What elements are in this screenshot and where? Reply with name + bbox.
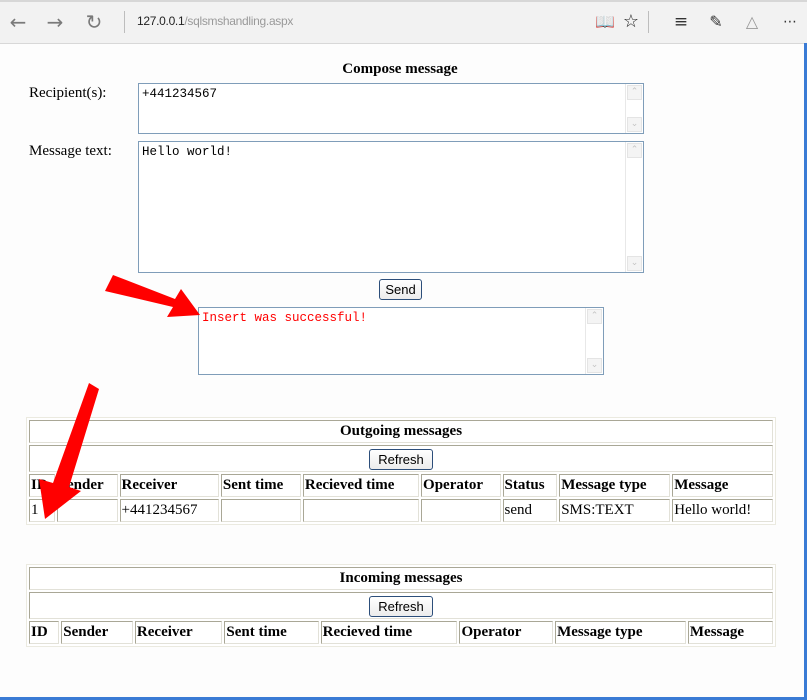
tab-strip-edge [0, 0, 807, 2]
outgoing-header-row: ID Sender Receiver Sent time Recieved time Op… [29, 474, 773, 497]
scroll-up-icon[interactable]: ⌃ [587, 309, 602, 324]
recipients-value: +441234567 [142, 87, 218, 101]
toolbar-separator [124, 11, 125, 33]
table-cell: send [502, 499, 558, 522]
scroll-up-icon[interactable]: ⌃ [627, 85, 642, 100]
message-textarea[interactable]: Hello world! ⌃ ⌄ [138, 141, 644, 273]
column-header: Sender [61, 621, 133, 644]
column-header: Receiver [119, 474, 219, 497]
share-icon[interactable]: △ [739, 9, 765, 35]
outgoing-messages-table: Outgoing messages Refresh ID Sender Receiv… [26, 417, 776, 525]
recipients-textarea[interactable]: +441234567 ⌃ ⌄ [138, 83, 644, 134]
column-header: Status [502, 474, 558, 497]
annotation-arrow-result [105, 275, 200, 317]
column-header: Sent time [220, 474, 301, 497]
url-path: /sqlsmshandling.aspx [184, 14, 294, 28]
table-cell: 1 [29, 499, 55, 522]
column-header: Recieved time [302, 474, 420, 497]
incoming-header-row: ID Sender Receiver Sent time Recieved time Op… [29, 621, 773, 644]
outgoing-refresh-cell: Refresh [29, 445, 773, 472]
scroll-down-icon[interactable]: ⌄ [627, 117, 642, 132]
reading-view-icon[interactable]: 📖 [592, 9, 618, 35]
column-header: Operator [459, 621, 554, 644]
column-header: Receiver [134, 621, 223, 644]
column-header: Message type [555, 621, 686, 644]
message-value: Hello world! [142, 145, 233, 159]
scroll-down-icon[interactable]: ⌄ [627, 256, 642, 271]
incoming-refresh-cell: Refresh [29, 592, 773, 619]
scroll-up-icon[interactable]: ⌃ [627, 143, 642, 158]
column-header: Message [672, 474, 773, 497]
result-text: Insert was successful! [202, 311, 368, 325]
message-label: Message text: [29, 143, 112, 159]
favorite-star-icon[interactable]: ☆ [618, 9, 644, 35]
more-icon[interactable]: ⋯ [777, 9, 803, 35]
compose-title: Compose message [342, 61, 458, 77]
column-header: ID [29, 621, 60, 644]
outgoing-refresh-button[interactable]: Refresh [369, 449, 433, 470]
scroll-down-icon[interactable]: ⌄ [587, 358, 602, 373]
column-header: Operator [421, 474, 501, 497]
table-cell: Hello world! [672, 499, 773, 522]
scrollbar[interactable]: ⌃ ⌄ [625, 142, 643, 272]
refresh-icon[interactable]: ↻ [81, 9, 107, 35]
column-header: ID [29, 474, 55, 497]
red-arrow-icon [105, 275, 200, 317]
table-cell: +441234567 [119, 499, 219, 522]
url-host: 127.0.0.1 [137, 14, 185, 28]
table-cell [220, 499, 301, 522]
browser-toolbar: ← → ↻ 127.0.0.1/sqlsmshandling.aspx 📖 ☆ … [0, 0, 807, 44]
scrollbar[interactable]: ⌃ ⌄ [625, 84, 643, 133]
column-header: Sender [56, 474, 118, 497]
table-row: 1 +441234567 send SMS:TEXT Hello world! [29, 499, 773, 522]
column-header: Message [687, 621, 773, 644]
forward-icon[interactable]: → [42, 9, 68, 35]
result-textarea[interactable]: Insert was successful! ⌃ ⌄ [198, 307, 604, 375]
address-bar[interactable]: 127.0.0.1/sqlsmshandling.aspx [137, 14, 293, 28]
table-cell [302, 499, 420, 522]
incoming-title: Incoming messages [29, 567, 773, 590]
send-button[interactable]: Send [379, 279, 422, 300]
incoming-refresh-button[interactable]: Refresh [369, 596, 433, 617]
web-note-icon[interactable]: ✎ [703, 9, 729, 35]
toolbar-separator [648, 11, 649, 33]
column-header: Sent time [224, 621, 319, 644]
recipients-label: Recipient(s): [29, 85, 107, 101]
back-icon[interactable]: ← [5, 9, 31, 35]
column-header: Message type [559, 474, 671, 497]
table-cell [421, 499, 501, 522]
scrollbar[interactable]: ⌃ ⌄ [585, 308, 603, 374]
column-header: Recieved time [320, 621, 458, 644]
incoming-messages-table: Incoming messages Refresh ID Sender Receiv… [26, 564, 776, 647]
outgoing-title: Outgoing messages [29, 420, 773, 443]
hub-icon[interactable]: ≡ [668, 9, 694, 35]
table-cell: SMS:TEXT [559, 499, 671, 522]
table-cell [56, 499, 118, 522]
